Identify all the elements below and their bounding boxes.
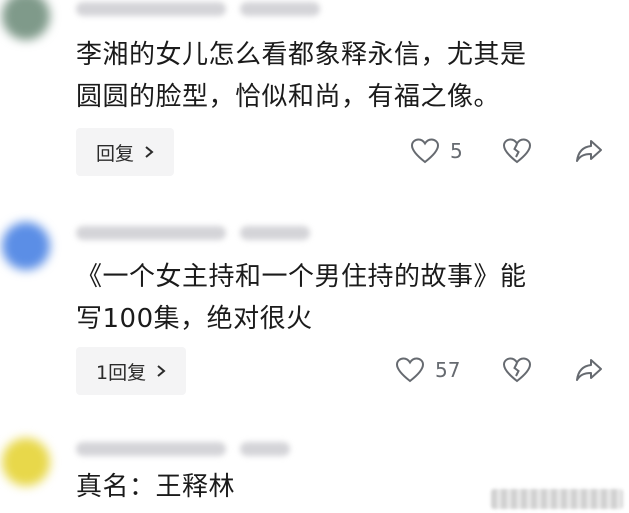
- username-blurred: [76, 442, 226, 456]
- comment-item: 《一个女主持和一个男住持的故事》能 写100集，绝对很火 1回复 57: [0, 210, 629, 410]
- username-blurred: [76, 2, 226, 16]
- comment-item: 李湘的女儿怎么看都象释永信，尤其是 圆圆的脸型，恰似和尚，有福之像。 回复 5: [0, 0, 629, 190]
- like-count: 57: [435, 358, 461, 382]
- watermark: [491, 489, 623, 509]
- like-button[interactable]: 5: [410, 137, 463, 165]
- comment-text: 李湘的女儿怎么看都象释永信，尤其是 圆圆的脸型，恰似和尚，有福之像。: [76, 40, 527, 112]
- like-button[interactable]: 57: [395, 356, 460, 384]
- share-button[interactable]: [574, 137, 604, 165]
- heart-icon: [410, 138, 440, 164]
- username-blurred: [76, 226, 226, 240]
- timestamp-blurred: [240, 442, 290, 456]
- reply-button[interactable]: 回复: [76, 128, 175, 176]
- dislike-button[interactable]: [502, 356, 532, 384]
- reply-button[interactable]: 1回复: [76, 347, 187, 395]
- share-icon: [576, 359, 602, 381]
- comment-text: 《一个女主持和一个男住持的故事》能 写100集，绝对很火: [76, 262, 527, 334]
- broken-heart-icon: [502, 138, 532, 164]
- like-count: 5: [450, 139, 463, 163]
- chevron-right-icon: [157, 365, 166, 377]
- dislike-button[interactable]: [502, 137, 532, 165]
- timestamp-blurred: [240, 2, 320, 16]
- reply-label: 回复: [96, 142, 135, 165]
- avatar[interactable]: [2, 0, 50, 40]
- reply-label: 1回复: [96, 361, 147, 384]
- avatar[interactable]: [2, 222, 50, 270]
- broken-heart-icon: [502, 357, 532, 383]
- avatar[interactable]: [2, 438, 50, 486]
- share-button[interactable]: [574, 356, 604, 384]
- timestamp-blurred: [240, 226, 310, 240]
- heart-icon: [395, 357, 425, 383]
- share-icon: [576, 140, 602, 162]
- chevron-right-icon: [145, 146, 154, 158]
